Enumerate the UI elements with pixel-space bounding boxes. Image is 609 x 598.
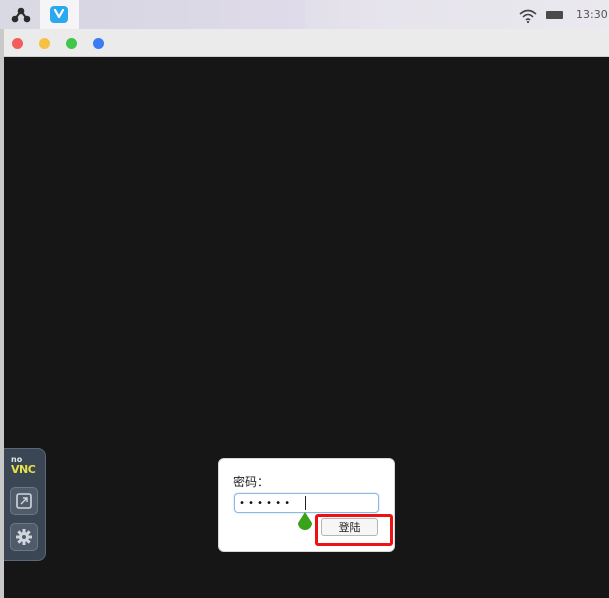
- maximize-window-button[interactable]: [66, 38, 77, 49]
- wifi-icon[interactable]: [519, 8, 537, 24]
- active-app-tab[interactable]: [40, 0, 79, 29]
- system-top-bar: 13:30: [0, 0, 609, 29]
- mouse-cursor-icon: [296, 512, 314, 532]
- heart-app-icon: [50, 6, 68, 23]
- launcher-icon[interactable]: [8, 5, 34, 25]
- battery-icon[interactable]: [546, 11, 563, 19]
- password-dialog: 密码： 登陆: [218, 458, 395, 552]
- minimize-window-button[interactable]: [39, 38, 50, 49]
- screen: 13:30 no VNC 密码： •••••• 登陆: [0, 0, 609, 598]
- tab-strip: [79, 0, 305, 29]
- close-window-button[interactable]: [12, 38, 23, 49]
- extra-window-button[interactable]: [93, 38, 104, 49]
- password-label: 密码：: [233, 475, 270, 489]
- text-caret: [305, 496, 306, 510]
- novnc-logo: no VNC: [8, 455, 40, 478]
- clock: 13:30: [576, 8, 608, 21]
- novnc-logo-vnc: VNC: [11, 463, 36, 476]
- novnc-control-bar: no VNC: [4, 448, 46, 561]
- login-button[interactable]: 登陆: [321, 518, 378, 536]
- password-input[interactable]: [234, 493, 379, 513]
- settings-button[interactable]: [10, 523, 38, 551]
- window-titlebar[interactable]: [4, 29, 609, 57]
- display-settings-button[interactable]: [10, 487, 38, 515]
